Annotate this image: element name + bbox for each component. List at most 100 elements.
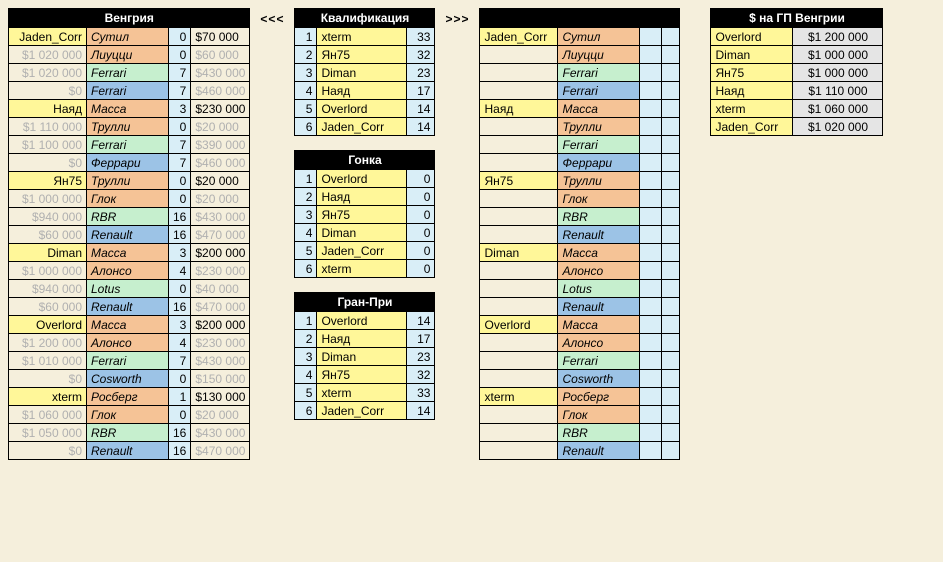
cell-player	[480, 298, 558, 316]
table-row: Ferrari	[480, 82, 680, 100]
cell-cost: $230 000	[191, 334, 250, 352]
money-table: $ на ГП Венгрии Overlord$1 200 000Diman$…	[710, 8, 883, 136]
cell-cost: $430 000	[191, 64, 250, 82]
cell-player: Jaden_Corr	[317, 118, 407, 136]
table-row: DimanМасса3$200 000	[9, 244, 250, 262]
cell-score: 14	[407, 312, 435, 330]
table-row: $1 000 000Глок0$20 000	[9, 190, 250, 208]
cell-team-driver: RBR	[558, 424, 640, 442]
table-row: RBR	[480, 208, 680, 226]
cell-cost: $230 000	[191, 262, 250, 280]
cell-player-or-money: $1 100 000	[9, 136, 87, 154]
cell-cost: $430 000	[191, 352, 250, 370]
cell-team-driver: Масса	[558, 100, 640, 118]
table-row: $1 060 000Глок0$20 000	[9, 406, 250, 424]
cell-empty	[640, 352, 662, 370]
cell-player-or-money: $1 050 000	[9, 424, 87, 442]
cell-rank: 3	[295, 64, 317, 82]
cell-empty	[640, 28, 662, 46]
cell-player-or-money: Наяд	[9, 100, 87, 118]
arrow-right-col: >>>	[445, 8, 469, 28]
cell-empty	[662, 208, 680, 226]
cell-player-or-money: $1 060 000	[9, 406, 87, 424]
cell-cost: $430 000	[191, 208, 250, 226]
cell-player-or-money: Overlord	[9, 316, 87, 334]
cell-team-driver: Глок	[87, 190, 169, 208]
table-row: 4Наяд17	[295, 82, 435, 100]
cell-points: 0	[169, 190, 191, 208]
cell-score: 23	[407, 348, 435, 366]
cell-cost: $470 000	[191, 298, 250, 316]
cell-player: Наяд	[317, 82, 407, 100]
table-row: xterm$1 060 000	[711, 100, 883, 118]
cell-player: Overlord	[480, 316, 558, 334]
cell-score: 0	[407, 206, 435, 224]
cell-empty	[662, 226, 680, 244]
cell-empty	[640, 64, 662, 82]
cell-rank: 1	[295, 28, 317, 46]
cell-player	[480, 208, 558, 226]
table-row: 3Ян750	[295, 206, 435, 224]
cell-rank: 4	[295, 82, 317, 100]
table-row: Ferrari	[480, 64, 680, 82]
table-row: Jaden_CorrСутил	[480, 28, 680, 46]
cell-empty	[662, 280, 680, 298]
cell-rank: 5	[295, 384, 317, 402]
cell-score: 14	[407, 402, 435, 420]
cell-team-driver: Сутил	[87, 28, 169, 46]
cell-team-driver: Ferrari	[558, 136, 640, 154]
cell-team-driver: Алонсо	[87, 262, 169, 280]
table-row: Феррари	[480, 154, 680, 172]
cell-cost: $200 000	[191, 244, 250, 262]
cell-cost: $60 000	[191, 46, 250, 64]
cell-player	[480, 82, 558, 100]
cell-points: 3	[169, 244, 191, 262]
cell-player: Overlord	[317, 170, 407, 188]
cell-team-driver: Масса	[87, 316, 169, 334]
cell-empty	[662, 244, 680, 262]
table-row: 5xterm33	[295, 384, 435, 402]
cell-cost: $430 000	[191, 424, 250, 442]
cell-points: 7	[169, 64, 191, 82]
cell-player	[480, 64, 558, 82]
cell-empty	[662, 100, 680, 118]
cell-empty	[640, 316, 662, 334]
cell-player: Ян75	[711, 64, 793, 82]
cell-empty	[662, 154, 680, 172]
standings-header: Гран-При	[295, 293, 435, 312]
cell-player-or-money: $0	[9, 442, 87, 460]
cell-points: 16	[169, 424, 191, 442]
cell-player: xterm	[317, 28, 407, 46]
cell-player: Наяд	[317, 188, 407, 206]
cell-player-or-money: $60 000	[9, 298, 87, 316]
cell-rank: 5	[295, 100, 317, 118]
cell-team-driver: Ferrari	[558, 64, 640, 82]
cell-cost: $390 000	[191, 136, 250, 154]
table-row: Ferrari	[480, 136, 680, 154]
cell-empty	[662, 334, 680, 352]
cell-player-or-money: $1 200 000	[9, 334, 87, 352]
table-row: НаядМасса	[480, 100, 680, 118]
cell-player: xterm	[480, 388, 558, 406]
table-row: Трулли	[480, 118, 680, 136]
cell-team-driver: Сутил	[558, 28, 640, 46]
cell-rank: 1	[295, 170, 317, 188]
cell-cost: $20 000	[191, 190, 250, 208]
table-row: Jaden_Corr$1 020 000	[711, 118, 883, 136]
cell-empty	[640, 154, 662, 172]
cell-cost: $20 000	[191, 118, 250, 136]
table-row: $0Феррари7$460 000	[9, 154, 250, 172]
cell-player-or-money: Diman	[9, 244, 87, 262]
cell-cost: $460 000	[191, 82, 250, 100]
cell-empty	[640, 442, 662, 460]
cell-team-driver: Росберг	[87, 388, 169, 406]
cell-player	[480, 352, 558, 370]
cell-empty	[640, 298, 662, 316]
cell-team-driver: Cosworth	[558, 370, 640, 388]
cell-player: Jaden_Corr	[711, 118, 793, 136]
cell-team-driver: Ferrari	[558, 352, 640, 370]
cell-team-driver: Лиуцци	[87, 46, 169, 64]
cell-rank: 1	[295, 312, 317, 330]
cell-player	[480, 424, 558, 442]
cell-team-driver: Алонсо	[87, 334, 169, 352]
